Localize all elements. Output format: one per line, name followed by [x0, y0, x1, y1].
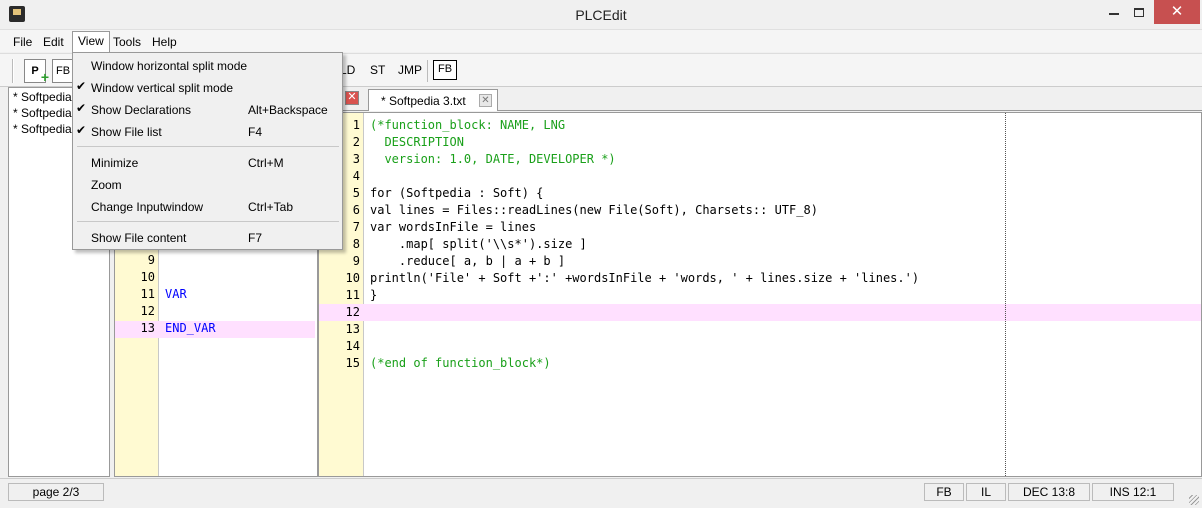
status-cursor: DEC 13:8	[1008, 483, 1090, 501]
minimize-icon	[1109, 13, 1119, 15]
menu-file[interactable]: File	[8, 33, 37, 51]
right-margin-line	[1005, 113, 1006, 476]
status-language: IL	[966, 483, 1006, 501]
menu-edit[interactable]: Edit	[38, 33, 69, 51]
menu-item-shortcut: Alt+Backspace	[248, 103, 328, 117]
close-window-button[interactable]: ✕	[1154, 0, 1200, 24]
status-bar: page 2/3 FB IL DEC 13:8 INS 12:1	[0, 478, 1202, 508]
menu-item-label: Show File content	[91, 231, 187, 245]
line-number: 9	[352, 254, 360, 268]
line-number: 11	[345, 288, 360, 302]
menu-item-label: Window vertical split mode	[91, 81, 234, 95]
line-number: 13	[140, 321, 155, 335]
menu-item-show-file-content[interactable]: Show File content F7	[73, 226, 342, 248]
code-line: var wordsInFile = lines	[370, 220, 537, 234]
maximize-icon	[1134, 8, 1144, 17]
title-bar: PLCEdit ✕	[0, 0, 1202, 30]
menu-item-label: Show File list	[91, 125, 162, 139]
menu-item-label: Show Declarations	[91, 103, 192, 117]
menu-item-zoom[interactable]: Zoom	[73, 173, 342, 195]
checkmark-icon: ✔	[76, 101, 87, 115]
line-number: 14	[345, 339, 360, 353]
toolbar-grip[interactable]	[12, 59, 14, 83]
line-number: 13	[345, 322, 360, 336]
minimize-button[interactable]	[1101, 0, 1127, 24]
code-line: for (Softpedia : Soft) {	[370, 186, 544, 200]
new-pou-button[interactable]: P	[24, 59, 49, 88]
code-line: }	[370, 288, 378, 302]
menu-bar: File Edit View Tools Help	[0, 30, 1202, 53]
code-line: .map[ split('\\s*').size ]	[370, 237, 587, 251]
menu-item-vertical-split[interactable]: ✔ Window vertical split mode	[73, 76, 342, 98]
status-type: FB	[924, 483, 964, 501]
menu-view[interactable]: View	[72, 31, 110, 53]
menu-item-minimize[interactable]: Minimize Ctrl+M	[73, 151, 342, 173]
close-tab-button[interactable]: ✕	[479, 94, 492, 107]
window-title: PLCEdit	[575, 7, 627, 23]
toolbar-separator	[427, 60, 428, 82]
view-menu-dropdown: Window horizontal split mode ✔ Window ve…	[72, 52, 343, 250]
fb-button[interactable]: FB	[433, 60, 457, 80]
menu-item-shortcut: Ctrl+M	[248, 156, 284, 170]
menu-item-label: Minimize	[91, 156, 139, 170]
line-number: 12	[345, 305, 360, 319]
close-icon: ✕	[347, 91, 357, 103]
line-number: 11	[140, 287, 155, 301]
maximize-button[interactable]	[1126, 0, 1152, 24]
menu-item-label: Zoom	[91, 178, 122, 192]
code-line: .reduce[ a, b | a + b ]	[370, 254, 566, 268]
line-number: 10	[345, 271, 360, 285]
menu-item-show-file-list[interactable]: ✔ Show File list F4	[73, 120, 342, 142]
code-editor[interactable]: 1 (*function_block: NAME, LNG 2 DESCRIPT…	[318, 112, 1202, 477]
menu-item-show-declarations[interactable]: ✔ Show Declarations Alt+Backspace	[73, 98, 342, 120]
code-line: version: 1.0, DATE, DEVELOPER *)	[370, 152, 616, 166]
menu-item-label: Window horizontal split mode	[91, 59, 248, 73]
menu-item-shortcut: Ctrl+Tab	[248, 200, 294, 214]
checkmark-icon: ✔	[76, 123, 87, 137]
jmp-button[interactable]: JMP	[398, 63, 422, 77]
menu-tools[interactable]: Tools	[108, 33, 146, 51]
menu-item-label: Change Inputwindow	[91, 200, 204, 214]
menu-item-shortcut: F7	[248, 231, 263, 245]
line-number: 10	[140, 270, 155, 284]
checkmark-icon: ✔	[76, 79, 87, 93]
tab-label: * Softpedia 3.txt	[381, 94, 466, 108]
code-line: DESCRIPTION	[370, 135, 464, 149]
close-declarations-tab-button[interactable]: ✕	[345, 91, 359, 105]
new-fb-button[interactable]: FB	[52, 59, 74, 83]
editor-current-line	[319, 304, 1201, 321]
code-line: println('File' + Soft +':' +wordsInFile …	[370, 271, 920, 285]
status-mode: INS 12:1	[1092, 483, 1174, 501]
menu-help[interactable]: Help	[147, 33, 182, 51]
line-number: 12	[140, 304, 155, 318]
menu-item-shortcut: F4	[248, 125, 263, 139]
tab-softpedia-3[interactable]: * Softpedia 3.txt ✕	[368, 89, 498, 111]
code-line: END_VAR	[165, 321, 216, 335]
st-button[interactable]: ST	[370, 63, 385, 77]
menu-separator	[77, 221, 339, 222]
close-icon: ✕	[1170, 3, 1184, 20]
status-page: page 2/3	[8, 483, 104, 501]
code-line: (*function_block: NAME, LNG	[370, 118, 566, 132]
menu-item-horizontal-split[interactable]: Window horizontal split mode	[73, 54, 342, 76]
code-line: VAR	[165, 287, 187, 301]
code-line: (*end of function_block*)	[370, 356, 551, 370]
line-number: 15	[345, 356, 360, 370]
menu-separator	[77, 146, 339, 147]
menu-item-change-inputwindow[interactable]: Change Inputwindow Ctrl+Tab	[73, 195, 342, 217]
resize-grip[interactable]	[1189, 495, 1199, 505]
code-line: val lines = Files::readLines(new File(So…	[370, 203, 818, 217]
line-number: 9	[147, 253, 155, 267]
